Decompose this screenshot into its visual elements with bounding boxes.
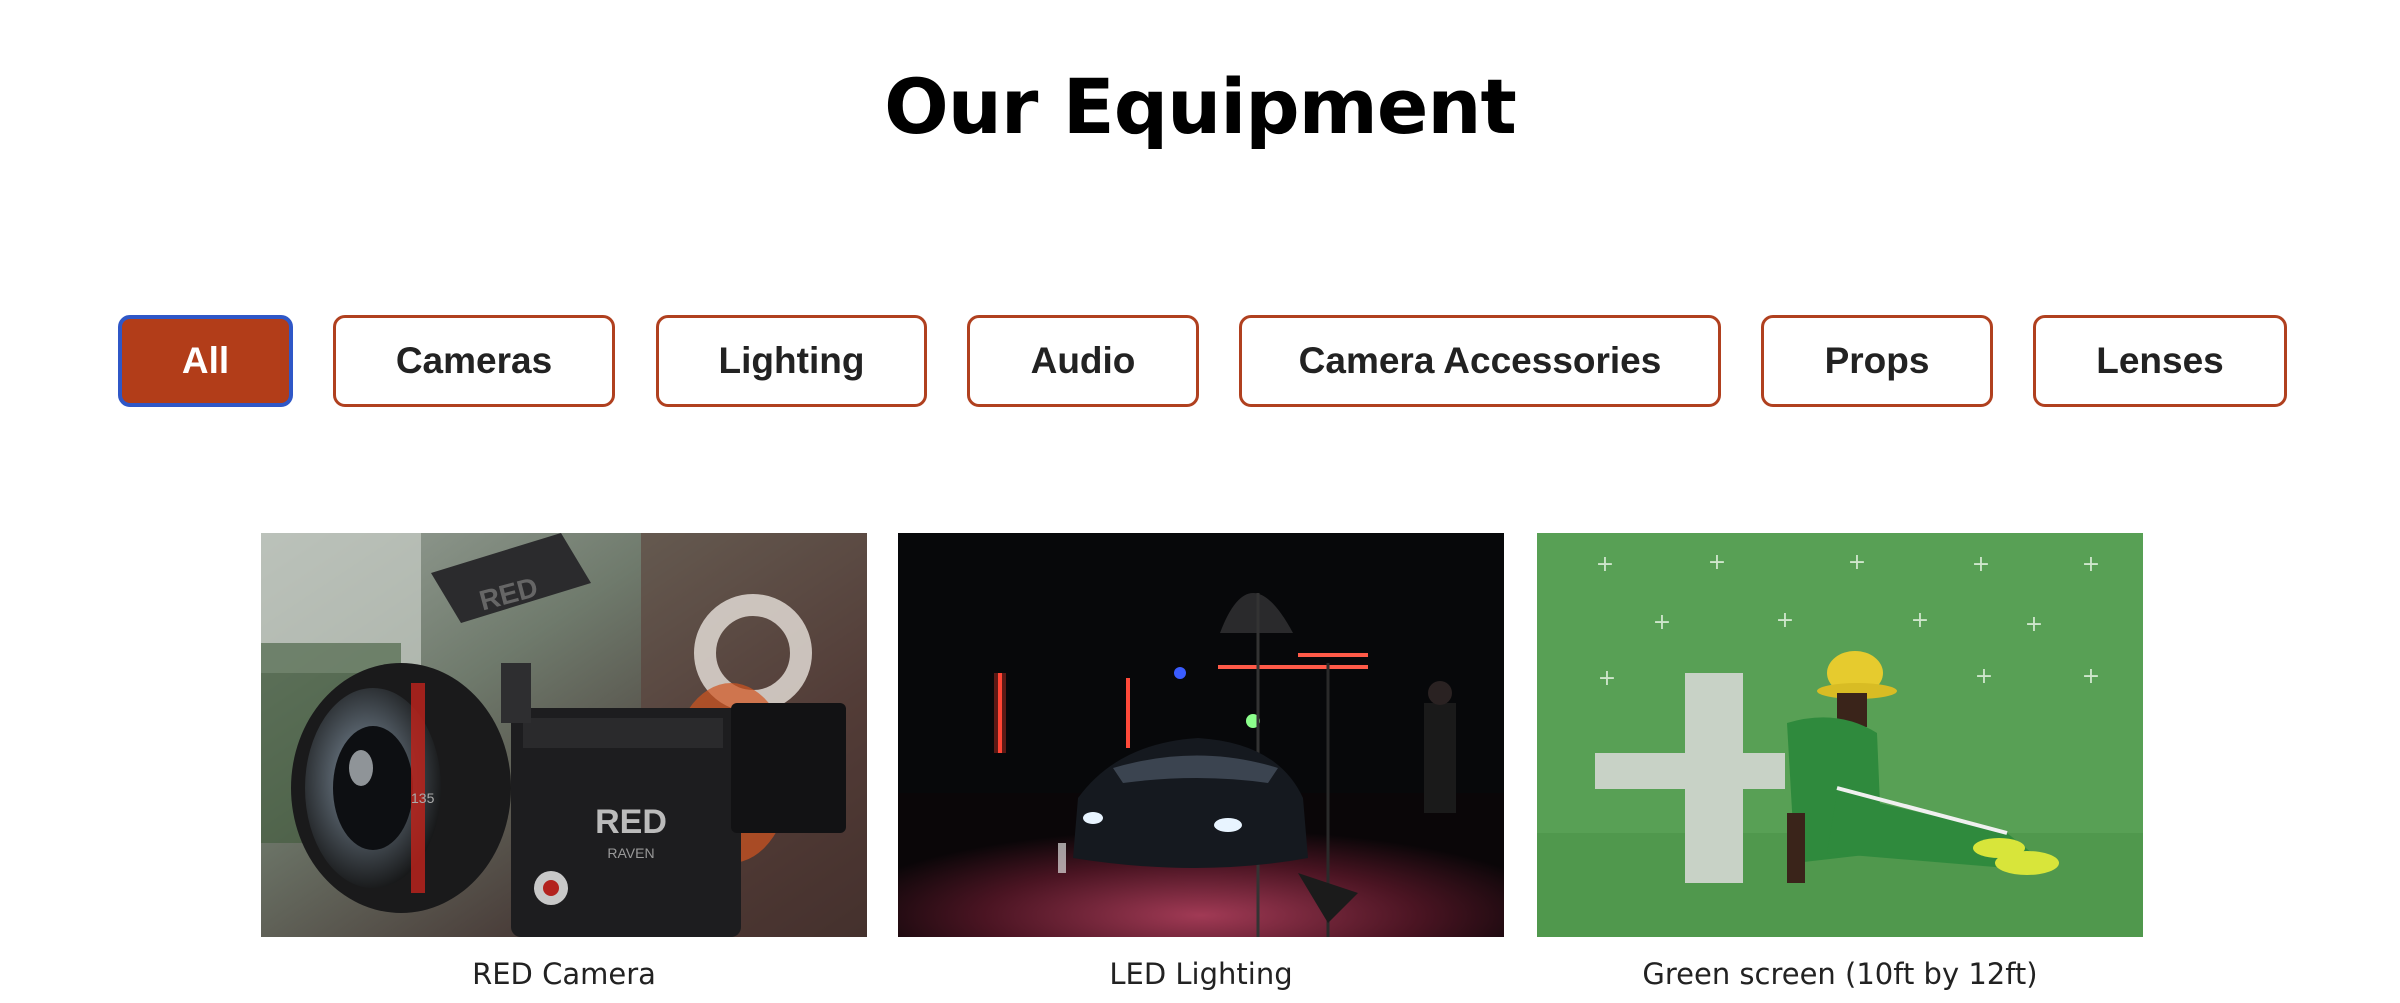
filter-cameras-button[interactable]: Cameras — [333, 315, 615, 407]
svg-text:+: + — [1776, 608, 1794, 633]
camera-model-text: RAVEN — [607, 845, 654, 861]
svg-text:+: + — [2082, 664, 2100, 689]
svg-text:+: + — [2082, 552, 2100, 577]
lens-focal-length-text: 135 — [411, 790, 435, 806]
equipment-caption: RED Camera — [472, 957, 656, 991]
equipment-gallery: RED RAVEN RED 135 RED Camera LED Lightin… — [0, 533, 2400, 1003]
camera-brand-text: RED — [595, 803, 667, 841]
svg-text:+: + — [1653, 610, 1671, 635]
svg-text:+: + — [1975, 664, 1993, 689]
svg-text:+: + — [1911, 608, 1929, 633]
svg-text:+: + — [1848, 550, 1866, 575]
category-filter-bar: All Cameras Lighting Audio Camera Access… — [0, 315, 2400, 413]
filter-lighting-button[interactable]: Lighting — [656, 315, 927, 407]
equipment-caption: Green screen (10ft by 12ft) — [1642, 957, 2038, 991]
filter-all-button[interactable]: All — [118, 315, 293, 407]
red-camera-photo[interactable]: RED RAVEN RED 135 — [261, 533, 867, 937]
filter-lenses-button[interactable]: Lenses — [2033, 315, 2287, 407]
page-title: Our Equipment — [884, 62, 1517, 151]
svg-text:+: + — [1708, 550, 1726, 575]
filter-audio-button[interactable]: Audio — [967, 315, 1199, 407]
filter-camera-accessories-button[interactable]: Camera Accessories — [1239, 315, 1721, 407]
equipment-caption: LED Lighting — [1109, 957, 1293, 991]
green-screen-photo[interactable]: + + + + + + + + + + + + — [1537, 533, 2143, 937]
svg-text:+: + — [2025, 612, 2043, 637]
led-lighting-photo[interactable] — [898, 533, 1504, 937]
filter-props-button[interactable]: Props — [1761, 315, 1993, 407]
svg-text:+: + — [1596, 552, 1614, 577]
svg-text:+: + — [1972, 552, 1990, 577]
svg-text:+: + — [1598, 666, 1616, 691]
